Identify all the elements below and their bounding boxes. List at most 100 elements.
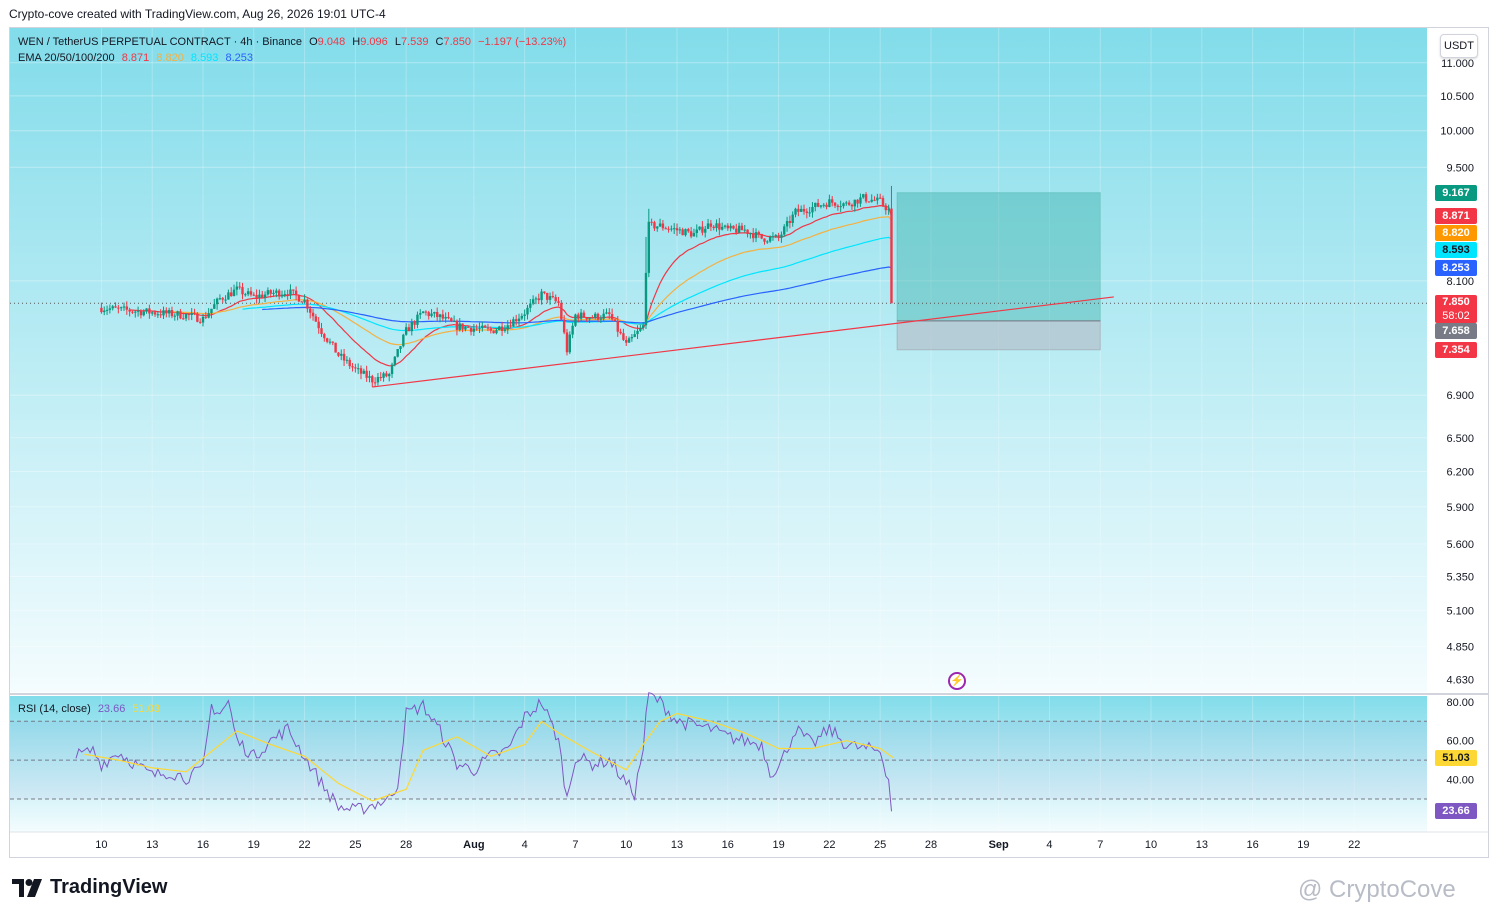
candle-body (139, 310, 143, 316)
candle-body (602, 313, 605, 319)
candle-body (266, 290, 270, 295)
candle-body (836, 205, 840, 207)
time-tick-label: 13 (146, 839, 158, 851)
candle-body (489, 328, 492, 331)
tradingview-logo[interactable]: TradingView (12, 876, 167, 899)
candle-body (215, 298, 219, 305)
candle-body (667, 228, 670, 230)
candle-body (469, 327, 473, 332)
candle-body (610, 314, 614, 320)
candle-body (196, 313, 199, 322)
candle-body (283, 294, 287, 296)
candle-body (543, 291, 546, 293)
ohlc-close: 7.850 (443, 36, 472, 48)
candle-body (356, 368, 360, 370)
candle-body (546, 292, 549, 300)
candle-body (218, 298, 222, 300)
candle-body (704, 228, 707, 233)
lightning-icon[interactable]: ⚡ (948, 672, 966, 690)
chart-frame[interactable]: 11.000 10.500 10.000 9.500 8.100 6.900 6.500 6.… (9, 27, 1489, 858)
price-tick-label: 5.350 (1446, 572, 1474, 584)
candle-body (303, 299, 306, 303)
candle-body (371, 376, 374, 383)
candle-body (740, 225, 744, 231)
candle-body (131, 311, 134, 313)
candle-body (551, 296, 555, 298)
candle-body (752, 233, 755, 239)
candle-body (331, 341, 334, 343)
candle-body (785, 221, 789, 227)
candle-body (593, 313, 597, 318)
candle-body (540, 291, 543, 301)
candle-body (187, 314, 191, 316)
candle-body (523, 314, 526, 316)
candle-body (723, 225, 727, 227)
candle-body (190, 313, 193, 315)
candle-body (746, 229, 749, 234)
time-axis[interactable]: 10 13 16 19 22 25 28 Aug 4 7 10 13 16 19 22 25 28 Sep 4 7 10… (95, 839, 1360, 851)
candle-body (557, 301, 560, 303)
chart-canvas[interactable]: 11.000 10.500 10.000 9.500 8.100 6.900 6.500 6.… (10, 28, 1488, 857)
candle-body (853, 199, 856, 207)
currency-button[interactable]: USDT (1440, 34, 1478, 58)
candle-body (816, 202, 820, 207)
candle-body (737, 225, 741, 233)
candle-body (636, 330, 639, 335)
candle-body (639, 327, 642, 331)
price-tick-label: 6.900 (1446, 390, 1474, 402)
candle-body (498, 326, 501, 331)
candle-body (664, 228, 667, 230)
ohlc-open: 9.048 (317, 36, 346, 48)
candle-body (870, 199, 873, 202)
author-watermark: @ CryptoCove (1298, 876, 1456, 903)
candle-body (108, 308, 112, 310)
candle-body (766, 241, 769, 243)
candle-body (633, 334, 636, 337)
candle-body (441, 314, 445, 319)
time-tick-label: 13 (1196, 839, 1208, 851)
candle-body (277, 290, 281, 297)
candle-body (134, 311, 137, 313)
price-tag: 8.253 (1435, 259, 1477, 276)
candle-body (749, 233, 752, 235)
ema-legend[interactable]: EMA 20/50/100/200 8.871 8.820 8.593 8.25… (18, 52, 257, 64)
candle-body (114, 306, 117, 308)
candle-body (452, 320, 456, 322)
rsi-tick-label: 40.00 (1446, 775, 1474, 787)
candle-body (884, 205, 888, 211)
candle-body (732, 225, 735, 229)
price-tag: 8.820 (1435, 225, 1477, 242)
rsi-legend[interactable]: RSI (14, close) 23.66 51.03 (18, 703, 164, 715)
candle-body (492, 330, 495, 334)
candle-body (388, 374, 391, 377)
candle-body (831, 199, 834, 203)
candle-body (859, 197, 862, 204)
candle-body (495, 330, 498, 334)
candle-body (142, 311, 145, 316)
candle-body (571, 325, 574, 335)
symbol-legend[interactable]: WEN / TetherUS PERPETUAL CONTRACT · 4h ·… (18, 36, 570, 48)
candle-body (774, 235, 777, 237)
price-axis[interactable]: 11.000 10.500 10.000 9.500 8.100 6.900 6.500 6.… (1440, 58, 1474, 787)
candle-body (822, 204, 825, 206)
price-tag-value: 7.354 (1442, 343, 1470, 356)
candle-body (771, 236, 775, 238)
candle-body (675, 228, 679, 231)
price-tag: 9.167 (1435, 184, 1477, 201)
candle-body (890, 208, 893, 304)
candle-body (554, 297, 557, 302)
candle-body (455, 320, 459, 330)
candle-body (294, 290, 298, 296)
ema20-value: 8.871 (121, 52, 150, 64)
ohlc-change: −1.197 (−13.23%) (478, 36, 567, 48)
candle-body (878, 197, 882, 199)
candle-body (306, 299, 309, 309)
candle-body (117, 307, 120, 309)
candle-body (588, 317, 591, 320)
candle-body (103, 310, 106, 313)
candle-body (402, 334, 405, 347)
candle-body (681, 229, 684, 236)
ema-label: EMA 20/50/100/200 (18, 52, 115, 64)
candle-body (802, 208, 806, 212)
candle-body (565, 332, 569, 353)
